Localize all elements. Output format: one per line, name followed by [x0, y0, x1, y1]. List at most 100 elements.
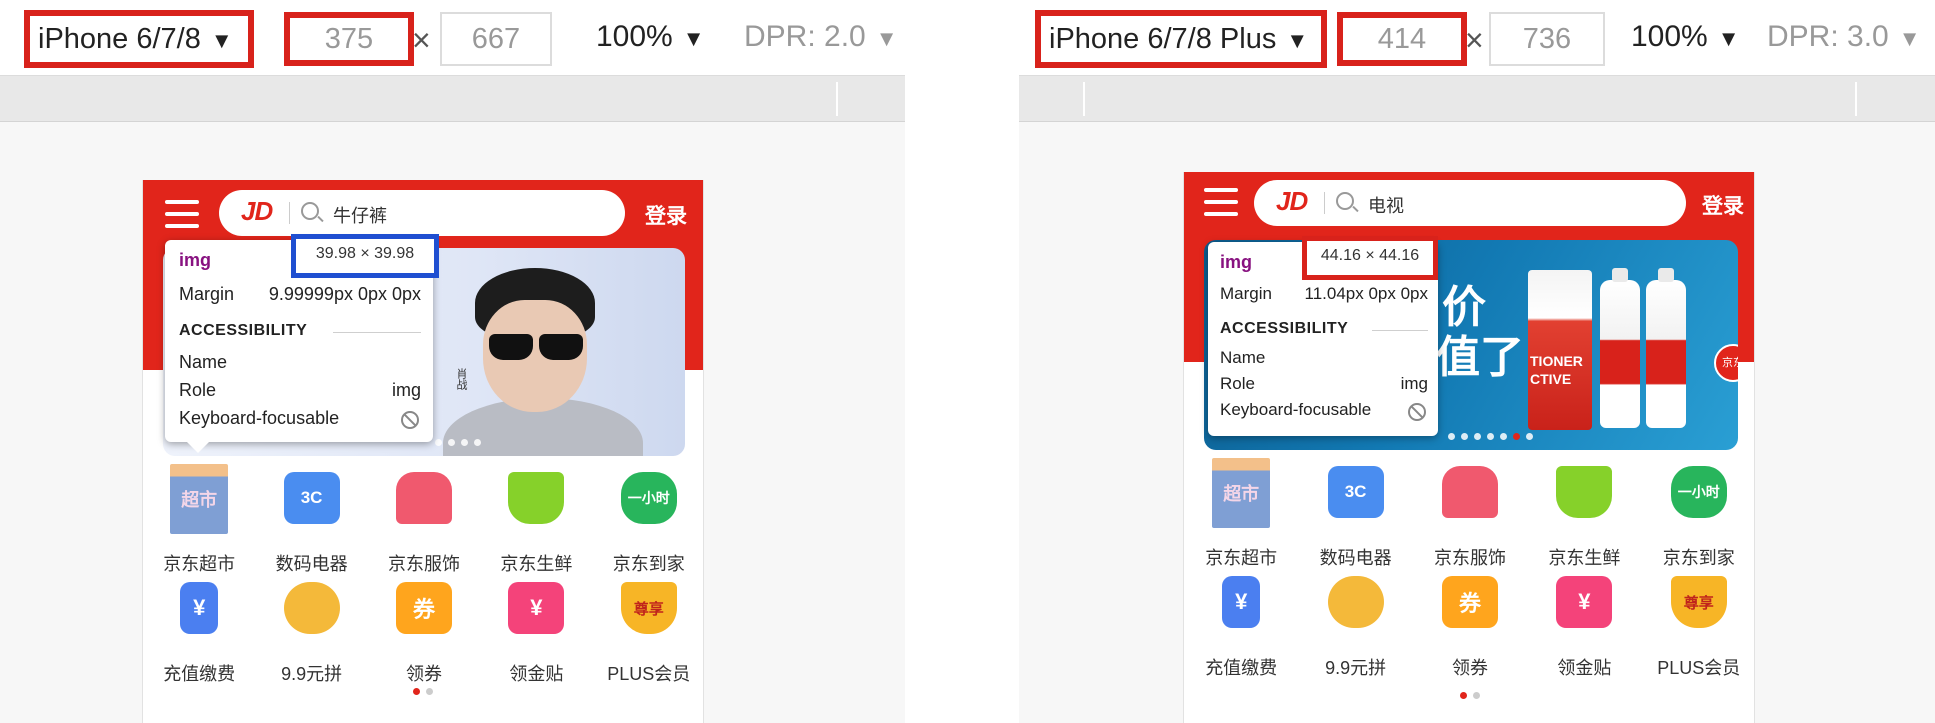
- clothing-icon: [1441, 466, 1498, 518]
- delivery-icon: 一小时: [1670, 466, 1727, 518]
- category-item[interactable]: 9.9元拼: [255, 574, 367, 684]
- category-item[interactable]: 尊享 PLUS会员: [1642, 568, 1754, 678]
- device-name: iPhone 6/7/8: [38, 23, 201, 55]
- banner-caption: 肖战: [455, 368, 467, 390]
- ruler-tick: [836, 82, 838, 116]
- name-label: Name: [179, 352, 228, 372]
- zoom-value: 100%: [1631, 20, 1708, 53]
- category-item[interactable]: 京东生鲜: [480, 464, 592, 574]
- banner-dots: [435, 439, 481, 446]
- category-item[interactable]: 尊享 PLUS会员: [593, 574, 703, 684]
- width-input[interactable]: 414: [1337, 12, 1467, 66]
- cow-mascot-icon: [283, 582, 340, 634]
- menu-icon[interactable]: [165, 200, 199, 228]
- emulated-viewport: JD 电视 登录 价 值了! TIONER CTIVE 京东: [1019, 122, 1935, 723]
- width-input[interactable]: 375: [284, 12, 414, 66]
- recharge-icon: ¥: [1222, 576, 1261, 628]
- margin-value: 9.99999px 0px 0px: [268, 284, 421, 304]
- device-emulator-left: iPhone 6/7/8 ▼ 375 × 667 100% ▼ DPR: 2.0 ▼ …: [0, 0, 905, 723]
- banner-dots: [1448, 433, 1533, 440]
- focusable-label: Keyboard-focusable: [179, 408, 340, 428]
- page-dot: [1460, 692, 1467, 699]
- category-item[interactable]: 一小时 京东到家: [593, 464, 703, 574]
- category-label: 数码电器: [275, 554, 348, 574]
- search-icon: [301, 202, 319, 220]
- fresh-basket-icon: [1556, 466, 1613, 518]
- focusable-label: Keyboard-focusable: [1220, 400, 1372, 419]
- category-label: 京东服饰: [387, 554, 460, 574]
- page-dot: [413, 688, 420, 695]
- search-keyword: 电视: [1368, 196, 1404, 216]
- cow-mascot-icon: [1327, 576, 1384, 628]
- not-allowed-icon: [401, 411, 419, 429]
- plus-crown-icon: 尊享: [620, 582, 677, 634]
- category-label: 领券: [1451, 658, 1488, 678]
- device-select[interactable]: iPhone 6/7/8 ▼: [24, 10, 254, 68]
- search-bar[interactable]: JD 牛仔裤: [219, 190, 625, 236]
- category-item[interactable]: 3C 数码电器: [255, 464, 367, 574]
- search-bar[interactable]: JD 电视: [1254, 180, 1686, 226]
- tooltip-tag: img: [1220, 252, 1253, 272]
- category-item[interactable]: 京东服饰: [368, 464, 480, 574]
- chevron-down-icon: ▼: [875, 26, 898, 51]
- category-item[interactable]: 券领券: [368, 574, 480, 684]
- device-select[interactable]: iPhone 6/7/8 Plus ▼: [1035, 10, 1327, 68]
- category-label: 京东到家: [1662, 548, 1735, 568]
- category-label: 数码电器: [1319, 548, 1392, 568]
- jd-logo: JD: [241, 196, 273, 226]
- inspect-tooltip: img 44.16 × 44.16 Margin 11.04px 0px 0px…: [1208, 236, 1438, 436]
- category-item[interactable]: 一小时 京东到家: [1642, 458, 1754, 568]
- role-value: img: [391, 380, 421, 400]
- media-query-bar[interactable]: [1019, 76, 1935, 122]
- divider: [1372, 330, 1428, 331]
- category-item[interactable]: 券领券: [1413, 568, 1527, 678]
- category-item[interactable]: 3C 数码电器: [1298, 458, 1412, 568]
- height-input[interactable]: 736: [1489, 12, 1605, 66]
- category-item[interactable]: ¥ 领金贴: [480, 574, 592, 684]
- tooltip-size: 39.98 × 39.98: [291, 234, 439, 278]
- category-label: 京东生鲜: [500, 554, 573, 574]
- device-toolbar: iPhone 6/7/8 Plus ▼ 414 × 736 100% ▼ DPR: …: [1019, 0, 1935, 76]
- category-item[interactable]: 超市 京东超市: [143, 464, 255, 574]
- category-label: 9.9元拼: [1325, 658, 1387, 678]
- role-label: Role: [179, 380, 217, 400]
- category-label: 领券: [405, 664, 442, 684]
- category-label: 领金贴: [1557, 658, 1612, 678]
- dpr-select[interactable]: DPR: 3.0 ▼: [1767, 20, 1921, 54]
- media-query-bar[interactable]: [0, 76, 905, 122]
- inspect-tooltip: img 39.98 × 39.98 Margin 9.99999px 0px 0…: [165, 234, 439, 453]
- category-label: PLUS会员: [607, 664, 691, 684]
- category-item[interactable]: 京东生鲜: [1527, 458, 1641, 568]
- role-label: Role: [1220, 374, 1255, 393]
- category-label: 京东超市: [1205, 548, 1278, 568]
- fresh-basket-icon: [508, 472, 565, 524]
- gold-envelope-icon: ¥: [1556, 576, 1613, 628]
- gold-envelope-icon: ¥: [508, 582, 565, 634]
- dpr-select[interactable]: DPR: 2.0 ▼: [744, 20, 898, 54]
- zoom-select[interactable]: 100% ▼: [1631, 20, 1740, 54]
- page-dot: [426, 688, 433, 695]
- divider: [333, 332, 421, 333]
- name-label: Name: [1220, 348, 1266, 367]
- category-item[interactable]: 超市 京东超市: [1184, 458, 1298, 568]
- category-item[interactable]: ¥ 充值缴费: [143, 574, 255, 684]
- margin-label: Margin: [1220, 284, 1272, 303]
- category-item[interactable]: 京东服饰: [1413, 458, 1527, 568]
- category-item[interactable]: ¥ 领金贴: [1527, 568, 1641, 678]
- jd-badge-icon[interactable]: 京东: [1714, 344, 1738, 382]
- category-item[interactable]: 9.9元拼: [1298, 568, 1412, 678]
- login-link[interactable]: 登录: [645, 200, 687, 230]
- chevron-down-icon: ▼: [1898, 26, 1921, 51]
- zoom-select[interactable]: 100% ▼: [596, 20, 705, 54]
- grid-pagination: [1460, 692, 1480, 699]
- coupon-icon: 券: [395, 582, 452, 634]
- page-dot: [1473, 692, 1480, 699]
- category-item[interactable]: ¥ 充值缴费: [1184, 568, 1298, 678]
- menu-icon[interactable]: [1204, 188, 1238, 216]
- chevron-down-icon: ▼: [1286, 28, 1309, 53]
- device-emulator-right: iPhone 6/7/8 Plus ▼ 414 × 736 100% ▼ DPR: …: [1019, 0, 1935, 723]
- grid-pagination: [413, 688, 433, 695]
- dpr-value: DPR: 2.0: [744, 20, 866, 53]
- height-input[interactable]: 667: [440, 12, 552, 66]
- login-link[interactable]: 登录: [1702, 190, 1744, 220]
